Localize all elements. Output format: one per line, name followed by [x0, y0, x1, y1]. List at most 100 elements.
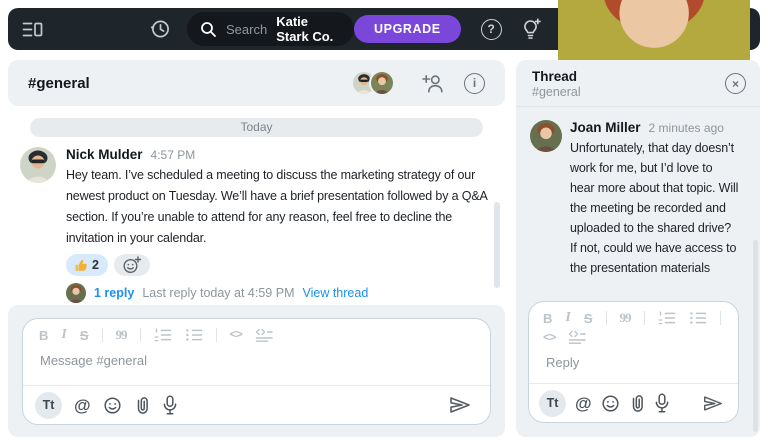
message: Nick Mulder 4:57 PM Hey team. I’ve sched… — [8, 137, 505, 249]
ordered-list-button[interactable] — [154, 328, 172, 342]
code-block-button[interactable] — [568, 330, 586, 345]
add-person-icon — [421, 73, 444, 93]
avatar-member-2 — [369, 70, 395, 96]
app-window: Search Katie Stark Co. UPGRADE ? — [0, 0, 768, 445]
date-divider: Today — [30, 118, 483, 137]
thread-message-author[interactable]: Joan Miller — [570, 120, 641, 135]
thread-title: Thread — [532, 69, 744, 84]
info-icon: i — [464, 73, 485, 94]
message-list: Today Nick Mulder 4:57 PM Hey team. I’ve… — [8, 106, 505, 305]
attach-button[interactable] — [134, 395, 150, 415]
channel-info-button[interactable]: i — [464, 73, 485, 94]
avatar-joan-miller[interactable] — [530, 120, 562, 152]
channel-members-button[interactable] — [351, 70, 395, 96]
bullet-list-icon — [185, 328, 203, 342]
message-text: Hey team. I’ve scheduled a meeting to di… — [66, 165, 491, 249]
thumbs-up-icon — [75, 259, 88, 272]
thread-message-timestamp: 2 minutes ago — [649, 121, 724, 135]
close-icon: × — [725, 73, 746, 94]
code-block-button[interactable] — [255, 328, 273, 343]
toolbar-divider — [102, 328, 103, 342]
bullet-list-button[interactable] — [185, 328, 203, 342]
add-member-button[interactable] — [421, 73, 444, 93]
mention-button[interactable]: @ — [575, 395, 592, 412]
send-button[interactable] — [702, 394, 724, 413]
thread-format-toolbar: B I S 99 — [529, 302, 738, 345]
text-format-toggle[interactable]: Tt — [35, 392, 62, 419]
sidebar-toggle-icon — [22, 21, 43, 38]
lightbulb-icon — [521, 18, 542, 40]
smiley-icon — [103, 396, 122, 415]
microphone-icon — [162, 395, 178, 415]
inline-code-button[interactable]: <> — [230, 328, 242, 342]
send-icon — [702, 394, 724, 413]
help-icon: ? — [481, 19, 502, 40]
blockquote-button[interactable]: 99 — [620, 310, 631, 326]
search-input[interactable]: Search Katie Stark Co. — [187, 12, 354, 46]
text-format-toggle[interactable]: Tt — [539, 390, 566, 417]
upgrade-button[interactable]: UPGRADE — [354, 15, 461, 43]
search-icon — [200, 21, 217, 38]
view-thread-link[interactable]: View thread — [302, 286, 368, 300]
thumbs-up-reaction[interactable]: 2 — [66, 254, 108, 276]
blockquote-button[interactable]: 99 — [116, 327, 127, 343]
bullet-list-button[interactable] — [689, 311, 707, 325]
thread-reply-input[interactable]: Reply — [529, 345, 738, 383]
thread-composer-actions: Tt @ — [529, 383, 738, 422]
send-button[interactable] — [448, 395, 472, 415]
voice-message-button[interactable] — [162, 395, 178, 415]
composer-actions: Tt @ — [23, 385, 490, 424]
thread-panel: Thread #general × Joan Miller 2 minutes … — [516, 60, 760, 437]
code-block-icon — [255, 328, 273, 343]
bold-button[interactable]: B — [543, 311, 552, 326]
paperclip-icon — [134, 395, 150, 415]
reaction-count: 2 — [92, 258, 99, 272]
add-reaction-button[interactable] — [114, 254, 150, 276]
thread-scrollbar[interactable] — [753, 240, 758, 432]
search-scope-label: Katie Stark Co. — [276, 14, 341, 44]
strikethrough-button[interactable]: S — [80, 328, 89, 343]
reactions-row: 2 — [66, 254, 505, 276]
messages-scrollbar[interactable] — [494, 202, 500, 288]
close-thread-button[interactable]: × — [725, 73, 746, 94]
code-block-icon — [568, 330, 586, 345]
channel-title: #general — [28, 75, 90, 92]
top-bar: Search Katie Stark Co. UPGRADE ? — [8, 8, 760, 50]
microphone-icon — [654, 393, 670, 413]
thread-composer: B I S 99 — [528, 301, 739, 423]
notifications-button[interactable] — [521, 18, 542, 40]
format-toolbar: B I S 99 — [23, 319, 490, 343]
message-author[interactable]: Nick Mulder — [66, 147, 143, 162]
history-icon — [149, 18, 171, 40]
toolbar-divider — [606, 311, 607, 325]
emoji-button[interactable] — [601, 394, 620, 413]
reply-count-link[interactable]: 1 reply — [94, 286, 134, 300]
send-icon — [448, 395, 472, 415]
inline-code-button[interactable]: <> — [543, 331, 555, 345]
thread-header: Thread #general × — [516, 60, 760, 107]
thread-summary-row: 1 reply Last reply today at 4:59 PM View… — [66, 283, 505, 303]
attach-button[interactable] — [629, 393, 645, 413]
mention-button[interactable]: @ — [74, 397, 91, 414]
message-input[interactable]: Message #general — [23, 343, 490, 385]
channel-header: #general — [8, 60, 505, 106]
strikethrough-button[interactable]: S — [584, 311, 593, 326]
message-composer: B I S 99 — [22, 318, 491, 425]
italic-button[interactable]: I — [61, 327, 66, 343]
thread-message: Joan Miller 2 minutes ago Unfortunately,… — [516, 107, 760, 275]
at-icon: @ — [575, 395, 592, 412]
voice-message-button[interactable] — [654, 393, 670, 413]
message-timestamp: 4:57 PM — [151, 148, 196, 162]
bold-button[interactable]: B — [39, 328, 48, 343]
emoji-button[interactable] — [103, 396, 122, 415]
avatar-nick-mulder[interactable] — [20, 147, 56, 183]
history-button[interactable] — [149, 18, 171, 40]
ordered-list-button[interactable] — [658, 311, 676, 325]
toolbar-divider — [720, 311, 721, 325]
smiley-icon — [601, 394, 620, 413]
last-reply-label: Last reply today at 4:59 PM — [142, 286, 294, 300]
help-button[interactable]: ? — [481, 19, 502, 40]
at-icon: @ — [74, 397, 91, 414]
italic-button[interactable]: I — [565, 310, 570, 326]
sidebar-toggle-button[interactable] — [22, 21, 43, 38]
